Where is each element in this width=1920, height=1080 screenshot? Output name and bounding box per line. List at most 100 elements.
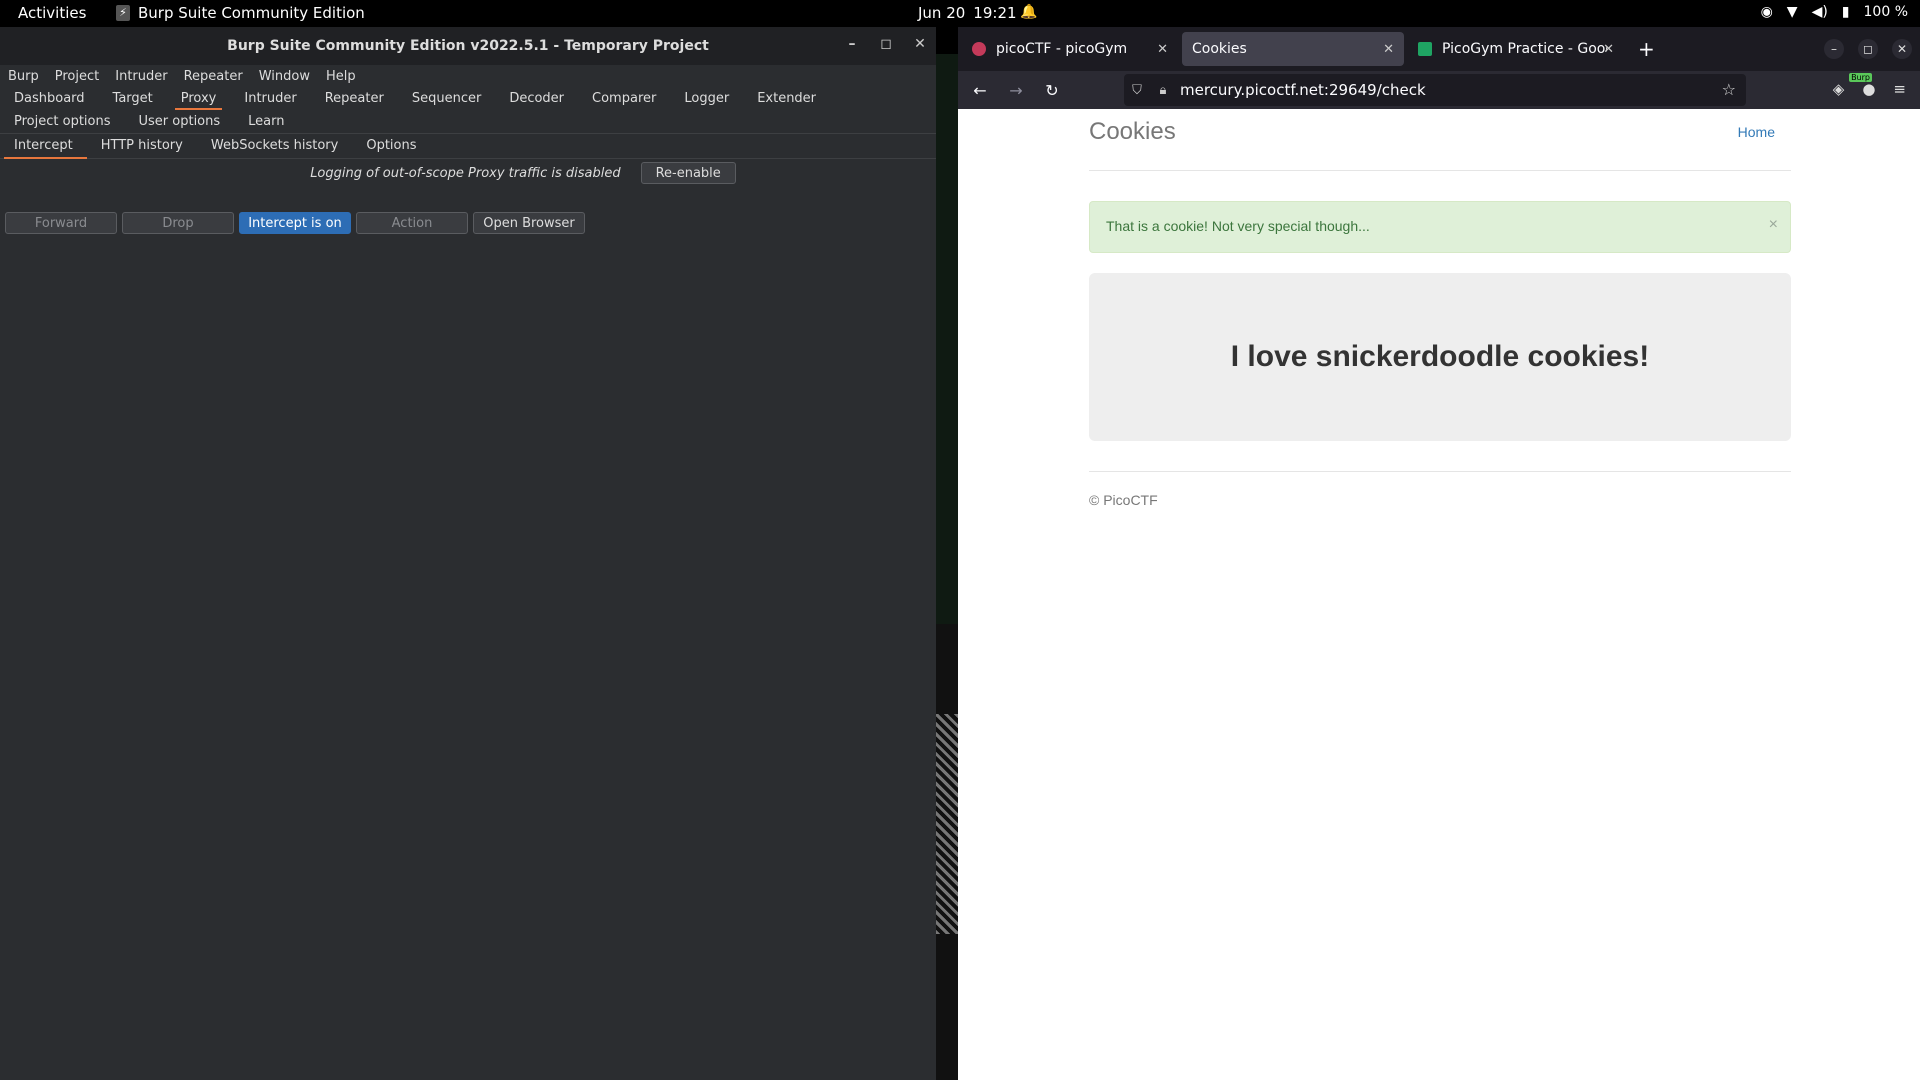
subtab-http-history[interactable]: HTTP history <box>87 134 197 159</box>
picoctf-favicon-icon <box>972 42 986 56</box>
tab-dashboard[interactable]: Dashboard <box>0 87 99 110</box>
tab-decoder[interactable]: Decoder <box>495 87 578 110</box>
active-app-indicator[interactable]: ⚡ Burp Suite Community Edition <box>116 4 365 22</box>
browser-tab-cookies[interactable]: Cookies ✕ <box>1182 32 1404 66</box>
clock-date: Jun 20 <box>918 4 966 22</box>
bookmark-star-icon[interactable]: ☆ <box>1722 80 1736 99</box>
browser-tab-bar: picoCTF - picoGym ✕ Cookies ✕ PicoGym Pr… <box>958 27 1920 71</box>
menu-project[interactable]: Project <box>55 69 99 84</box>
active-app-name: Burp Suite Community Edition <box>138 4 365 22</box>
tab-intruder[interactable]: Intruder <box>230 87 310 110</box>
battery-icon: ▮ <box>1841 4 1850 20</box>
page-footer: © PicoCTF <box>1089 471 1791 508</box>
clock-time: 19:21 <box>973 4 1017 22</box>
intercept-toggle-button[interactable]: Intercept is on <box>239 212 351 234</box>
burp-extension-badge: Burp <box>1849 73 1872 82</box>
intercept-action-bar: Forward Drop Intercept is on Action Open… <box>0 212 936 234</box>
close-icon[interactable]: ✕ <box>912 36 928 52</box>
notification-bell-icon[interactable]: 🔔 <box>1020 4 1037 20</box>
tab-target[interactable]: Target <box>99 87 167 110</box>
back-icon[interactable]: ← <box>962 81 998 100</box>
subtab-intercept[interactable]: Intercept <box>0 134 87 159</box>
browser-tab-picogym[interactable]: picoCTF - picoGym ✕ <box>962 32 1178 66</box>
drop-button[interactable]: Drop <box>122 212 234 234</box>
subtab-websockets-history[interactable]: WebSockets history <box>197 134 352 159</box>
logging-notice: Logging of out-of-scope Proxy traffic is… <box>110 159 936 187</box>
proxy-subtabs: Intercept HTTP history WebSockets histor… <box>0 134 936 159</box>
tab-learn[interactable]: Learn <box>234 110 298 133</box>
forward-button[interactable]: Forward <box>5 212 117 234</box>
background-image <box>936 714 958 934</box>
menu-burp[interactable]: Burp <box>8 69 39 84</box>
system-top-bar: Activities ⚡ Burp Suite Community Editio… <box>0 0 1920 27</box>
burp-window-title: Burp Suite Community Edition v2022.5.1 -… <box>227 38 709 54</box>
menu-intruder[interactable]: Intruder <box>115 69 167 84</box>
reenable-button[interactable]: Re-enable <box>640 162 736 184</box>
background-strip <box>936 54 958 1080</box>
url-bar[interactable]: ⛉ 🔒︎ mercury.picoctf.net:29649/check ☆ <box>1124 74 1746 106</box>
minimize-icon[interactable]: – <box>1824 39 1844 59</box>
burp-main-tabs: Dashboard Target Proxy Intruder Repeater… <box>0 87 936 134</box>
tab-close-icon[interactable]: ✕ <box>1603 42 1614 57</box>
discord-icon: ◉ <box>1760 4 1773 20</box>
sheets-favicon-icon <box>1418 42 1432 56</box>
burp-titlebar[interactable]: Burp Suite Community Edition v2022.5.1 -… <box>0 27 936 65</box>
tab-sequencer[interactable]: Sequencer <box>398 87 495 110</box>
url-text[interactable]: mercury.picoctf.net:29649/check <box>1180 81 1426 99</box>
jumbotron-heading: I love snickerdoodle cookies! <box>1230 340 1650 373</box>
maximize-icon[interactable]: ◻ <box>878 36 894 52</box>
tab-comparer[interactable]: Comparer <box>578 87 670 110</box>
tab-project-options[interactable]: Project options <box>0 110 125 133</box>
burp-menubar: Burp Project Intruder Repeater Window He… <box>0 65 936 87</box>
tab-close-icon[interactable]: ✕ <box>1157 42 1168 57</box>
menu-window[interactable]: Window <box>259 69 310 84</box>
logging-message: Logging of out-of-scope Proxy traffic is… <box>310 165 621 181</box>
browser-tab-title: picoCTF - picoGym <box>996 41 1128 57</box>
burp-window-controls: – ◻ ✕ <box>844 36 928 52</box>
maximize-icon[interactable]: ◻ <box>1858 39 1878 59</box>
burp-app-icon: ⚡ <box>116 5 130 21</box>
menu-help[interactable]: Help <box>326 69 356 84</box>
menu-repeater[interactable]: Repeater <box>184 69 243 84</box>
firefox-window: picoCTF - picoGym ✕ Cookies ✕ PicoGym Pr… <box>958 27 1920 1080</box>
jumbotron: I love snickerdoodle cookies! <box>1089 273 1791 441</box>
clock[interactable]: Jun 20 19:21 <box>918 4 1017 22</box>
footer-copyright: © PicoCTF <box>1089 492 1158 508</box>
extension-icon[interactable]: ● <box>1862 80 1875 98</box>
page-title: Cookies <box>1089 117 1176 145</box>
page-content: Cookies Home That is a cookie! Not very … <box>1089 109 1791 508</box>
home-link[interactable]: Home <box>1738 124 1775 140</box>
tab-repeater[interactable]: Repeater <box>311 87 398 110</box>
minimize-icon[interactable]: – <box>844 36 860 52</box>
tab-extender[interactable]: Extender <box>743 87 830 110</box>
wifi-icon: ▼ <box>1786 4 1798 20</box>
pocket-icon[interactable]: ◈ <box>1833 80 1845 98</box>
shield-icon[interactable]: ⛉ <box>1124 83 1150 98</box>
page-header: Cookies Home <box>1089 109 1791 171</box>
open-browser-button[interactable]: Open Browser <box>473 212 585 234</box>
browser-tab-picogym-practice[interactable]: PicoGym Practice - Googl ✕ <box>1408 32 1624 66</box>
battery-percentage: 100 % <box>1863 4 1908 20</box>
alert-close-icon[interactable]: × <box>1769 216 1778 234</box>
tab-close-icon[interactable]: ✕ <box>1383 42 1394 57</box>
forward-icon[interactable]: → <box>998 81 1034 100</box>
action-button[interactable]: Action <box>356 212 468 234</box>
success-alert: That is a cookie! Not very special thoug… <box>1089 201 1791 253</box>
browser-nav-bar: ← → ↻ ⛉ 🔒︎ mercury.picoctf.net:29649/che… <box>958 71 1920 109</box>
close-icon[interactable]: ✕ <box>1892 39 1912 59</box>
reload-icon[interactable]: ↻ <box>1034 81 1070 100</box>
browser-tab-title: Cookies <box>1192 41 1247 57</box>
menu-icon[interactable]: ≡ <box>1893 80 1906 98</box>
system-tray[interactable]: ◉ ▼ ◀) ▮ 100 % <box>1761 4 1908 20</box>
subtab-options[interactable]: Options <box>352 134 430 159</box>
tab-proxy[interactable]: Proxy <box>167 87 231 110</box>
tab-user-options[interactable]: User options <box>125 110 235 133</box>
toolbar-right-buttons: ◈ ● ≡ <box>1833 80 1906 98</box>
tab-logger[interactable]: Logger <box>670 87 743 110</box>
burp-window: Burp Suite Community Edition v2022.5.1 -… <box>0 27 936 1080</box>
background-terminal <box>936 54 958 624</box>
activities-button[interactable]: Activities <box>18 4 86 22</box>
lock-icon[interactable]: 🔒︎ <box>1150 83 1176 98</box>
new-tab-icon[interactable]: + <box>1638 37 1655 61</box>
firefox-window-controls: – ◻ ✕ <box>1824 39 1912 59</box>
